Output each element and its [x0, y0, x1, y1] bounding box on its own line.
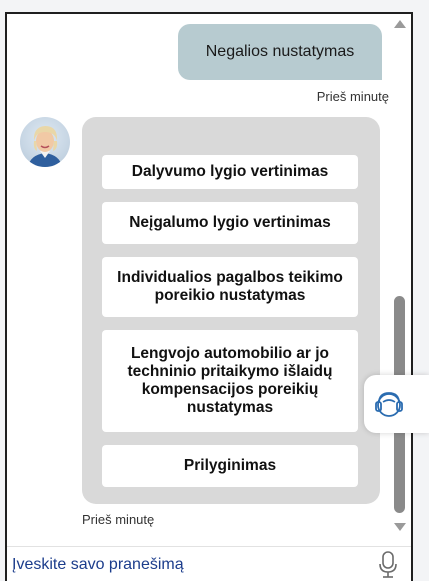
option-label: Neįgalumo lygio vertinimas	[129, 214, 331, 231]
chat-window: Negalios nustatymas Prieš minutę Dalyvum…	[5, 12, 413, 581]
option-button-1[interactable]: Dalyvumo lygio vertinimas	[102, 155, 358, 189]
option-label: Prilyginimas	[183, 457, 277, 474]
scrollbar[interactable]	[393, 14, 407, 544]
option-button-2[interactable]: Neįgalumo lygio vertinimas	[102, 202, 358, 244]
option-button-5[interactable]: Prilyginimas	[102, 445, 358, 487]
message-input[interactable]	[12, 551, 342, 579]
option-button-3[interactable]: Individualios pagalbos teikimo poreikio …	[102, 257, 358, 317]
support-button[interactable]	[364, 375, 429, 433]
avatar-portrait-icon	[28, 126, 62, 167]
option-label: Lengvojo automobilio ar jo techninio pri…	[127, 345, 333, 416]
user-message-text: Negalios nustatymas	[205, 43, 355, 60]
bot-message-time: Prieš minutę	[82, 512, 155, 527]
microphone-button[interactable]	[377, 550, 399, 580]
options-panel: Dalyvumo lygio vertinimas Neįgalumo lygi…	[82, 117, 380, 504]
message-composer	[7, 547, 411, 581]
microphone-icon	[379, 551, 397, 578]
user-message-bubble: Negalios nustatymas	[178, 24, 382, 80]
option-button-4[interactable]: Lengvojo automobilio ar jo techninio pri…	[102, 330, 358, 432]
user-message-time: Prieš minutę	[316, 89, 389, 104]
headset-icon	[375, 392, 403, 417]
assistant-avatar	[20, 117, 70, 167]
option-label: Individualios pagalbos teikimo poreikio …	[117, 269, 343, 304]
option-label: Dalyvumo lygio vertinimas	[131, 163, 329, 180]
chevron-down-icon[interactable]	[394, 523, 406, 531]
chevron-up-icon[interactable]	[394, 20, 406, 28]
